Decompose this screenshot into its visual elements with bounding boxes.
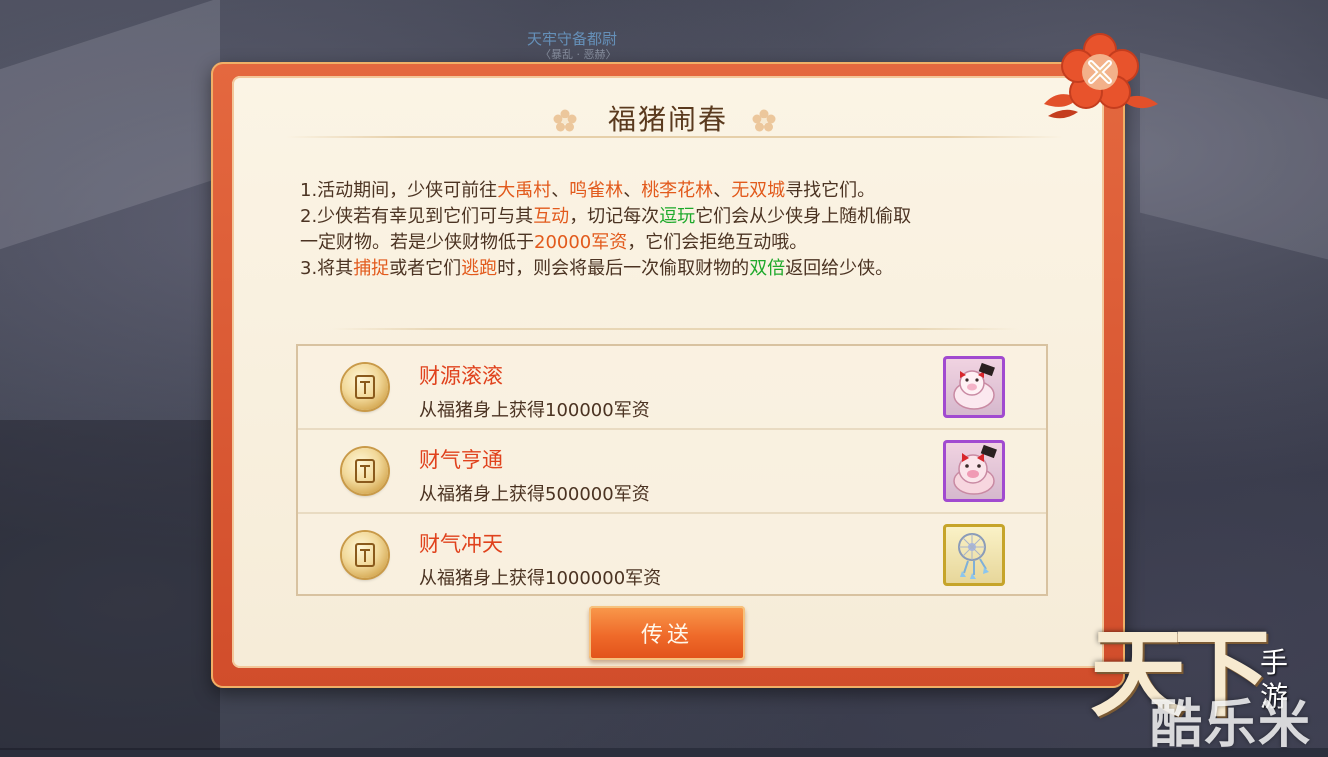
highlight-text: 双倍 — [749, 258, 786, 279]
site-watermark: 酷乐米 — [1150, 695, 1313, 755]
reward-name: 财源滚滚 — [419, 364, 503, 388]
npc-title-label: 〈暴乱 · 恶赫〉 — [540, 48, 617, 61]
description-text: 、 — [623, 180, 642, 201]
close-icon — [1044, 33, 1158, 119]
highlight-text: 20000军资 — [534, 232, 628, 253]
flower-deco-icon — [752, 109, 776, 132]
reward-row: 财气冲天 从福猪身上获得1000000军资 — [298, 514, 1046, 598]
description-text: 寻找它们。 — [785, 180, 876, 201]
dreamcatcher-item-slot[interactable] — [943, 524, 1005, 586]
reward-name: 财气冲天 — [419, 532, 503, 556]
description-text: ，它们会拒绝互动哦。 — [627, 232, 808, 253]
reward-description: 从福猪身上获得500000军资 — [419, 484, 650, 505]
header-divider — [286, 136, 1063, 138]
pig-item-slot[interactable] — [943, 440, 1005, 502]
description-text: ，切记每次 — [569, 206, 660, 227]
scroll-medal-icon — [342, 448, 388, 494]
dialog-panel: 福猪闹春 1.活动期间，少侠可前往大禹村、鸣雀林、桃李花林、无双城寻找它们。 2.… — [232, 76, 1104, 668]
description-text: 返回给少侠。 — [785, 258, 894, 279]
activity-description: 1.活动期间，少侠可前往大禹村、鸣雀林、桃李花林、无双城寻找它们。 2.少侠若有幸… — [300, 178, 1060, 282]
scroll-medal-icon — [342, 364, 388, 410]
description-line: 2.少侠若有幸见到它们可与其互动，切记每次逗玩它们会从少侠身上随机偷取 — [300, 204, 1060, 230]
description-line: 3.将其捕捉或者它们逃跑时，则会将最后一次偷取财物的双倍返回给少侠。 — [300, 256, 1060, 282]
background-roof-left — [0, 0, 220, 263]
description-text: 3.将其 — [300, 258, 354, 279]
reward-row: 财气亨通 从福猪身上获得500000军资 — [298, 430, 1046, 514]
dreamcatcher-icon — [958, 533, 989, 579]
description-text: 时，则会将最后一次偷取财物的 — [497, 258, 750, 279]
reward-description: 从福猪身上获得100000军资 — [419, 400, 650, 421]
highlight-text: 逗玩 — [659, 206, 696, 227]
highlight-text: 大禹村 — [497, 180, 552, 201]
pig-item-slot[interactable] — [943, 356, 1005, 418]
highlight-text: 捕捉 — [353, 258, 390, 279]
close-button[interactable] — [1036, 30, 1166, 126]
description-line: 一定财物。若是少侠财物低于20000军资，它们会拒绝互动哦。 — [300, 230, 1060, 256]
description-text: 2.少侠若有幸见到它们可与其 — [300, 206, 534, 227]
flower-deco-icon — [553, 109, 577, 132]
description-text: 或者它们 — [389, 258, 462, 279]
reward-description: 从福猪身上获得1000000军资 — [419, 568, 662, 589]
highlight-text: 互动 — [533, 206, 570, 227]
section-divider — [332, 328, 1018, 330]
highlight-text: 鸣雀林 — [569, 180, 624, 201]
background-shadow — [0, 420, 220, 750]
description-text: 一定财物。若是少侠财物低于 — [300, 232, 534, 253]
reward-name: 财气亨通 — [419, 448, 503, 472]
description-line: 1.活动期间，少侠可前往大禹村、鸣雀林、桃李花林、无双城寻找它们。 — [300, 178, 1060, 204]
description-text: 、 — [551, 180, 570, 201]
reward-row: 财源滚滚 从福猪身上获得100000军资 — [298, 346, 1046, 430]
scroll-medal-icon — [342, 532, 388, 578]
pig-icon — [953, 362, 995, 410]
pig-icon — [953, 444, 997, 495]
description-text: 1.活动期间，少侠可前往 — [300, 180, 498, 201]
highlight-text: 桃李花林 — [641, 180, 714, 201]
highlight-text: 逃跑 — [461, 258, 498, 279]
background-roof-right — [1140, 52, 1328, 268]
teleport-button[interactable]: 传送 — [589, 606, 745, 660]
description-text: 、 — [713, 180, 732, 201]
highlight-text: 无双城 — [731, 180, 786, 201]
description-text: 它们会从少侠身上随机偷取 — [695, 206, 912, 227]
reward-list: 财源滚滚 从福猪身上获得100000军资 财气亨通 从福猪身上获得500000军… — [296, 344, 1048, 596]
